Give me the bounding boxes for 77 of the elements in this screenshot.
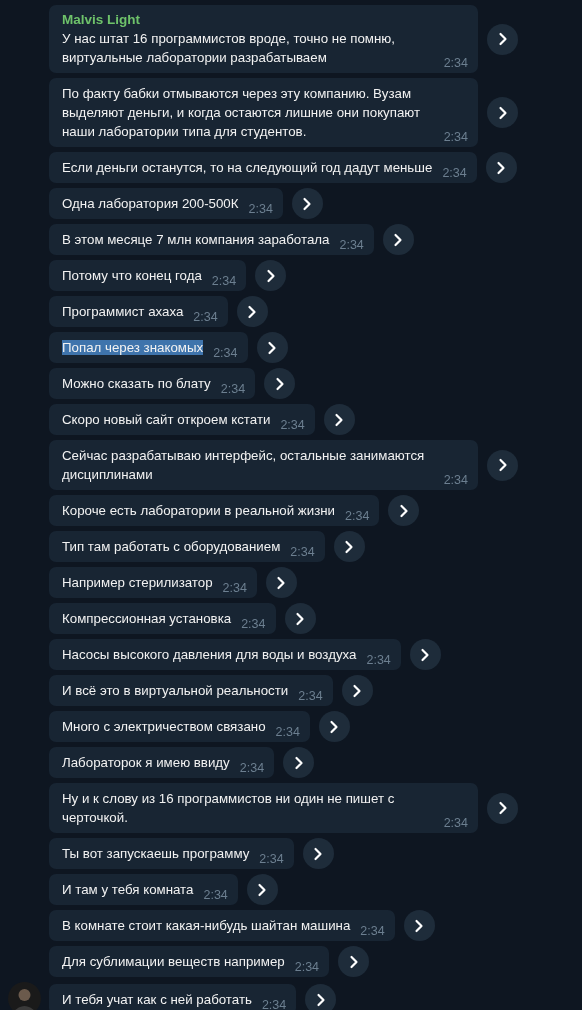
forward-button[interactable] — [487, 449, 518, 481]
forward-button[interactable] — [409, 639, 441, 670]
sender-name[interactable]: Malvis Light — [62, 11, 468, 29]
message-text: Потому что конец года — [62, 267, 202, 285]
message-text: Например стерилизатор — [62, 574, 213, 592]
message-time: 2:34 — [213, 346, 238, 360]
message-time: 2:34 — [193, 310, 218, 324]
forward-button[interactable] — [264, 368, 296, 399]
message-time: 2:34 — [290, 545, 315, 559]
message-time: 2:34 — [239, 761, 265, 775]
forward-button[interactable] — [283, 747, 315, 778]
forward-button[interactable] — [323, 404, 355, 435]
forward-button[interactable] — [388, 495, 420, 526]
message-time: 2:34 — [241, 617, 266, 631]
message-text: Ну и к слову из 16 программистов ни один не пишет с черточкой. — [62, 790, 396, 827]
message-time: 2:34 — [443, 56, 468, 70]
message-text: Сейчас разрабатываю интерфейс, остальные занимаются дисциплинами — [62, 447, 426, 484]
message-time: 2:34 — [294, 960, 320, 974]
forward-button[interactable] — [333, 531, 365, 562]
forward-button[interactable] — [302, 838, 334, 869]
forward-button[interactable] — [305, 984, 337, 1010]
message-time: 2:34 — [443, 130, 468, 144]
forward-button[interactable] — [255, 260, 287, 291]
message-time: 2:34 — [443, 473, 468, 487]
message-text: Много с электричеством связано — [62, 718, 266, 736]
message-time: 2:34 — [222, 581, 247, 595]
message-time: 2:34 — [203, 888, 228, 902]
message-time: 2:34 — [211, 274, 237, 288]
forward-button[interactable] — [284, 603, 316, 634]
message-time: 2:34 — [298, 689, 323, 703]
message-time: 2:34 — [275, 725, 300, 739]
forward-button[interactable] — [236, 296, 268, 327]
message-text: По факту бабки отмываются через эту компанию. Вузам выделяют деньги, и когда остаются лишние они покупают наши лаборатории типа для студентов. — [62, 85, 422, 141]
message-text: Можно сказать по блату — [62, 375, 211, 393]
message-text: Короче есть лаборатории в реальной жизни — [62, 502, 336, 520]
message-text: Ты вот запускаешь программу — [62, 845, 250, 863]
forward-button[interactable] — [246, 874, 278, 905]
message-text: И всё это в виртуальной реальности — [62, 682, 289, 700]
message-time: 2:34 — [443, 816, 468, 830]
message-time: 2:34 — [259, 852, 284, 866]
message-text: И там у тебя комната — [62, 881, 194, 899]
message-text: Насосы высокого давления для воды и воздуха — [62, 646, 357, 664]
message-time: 2:34 — [360, 924, 385, 938]
message-text: Если деньги останутся, то на следующий год дадут меньше — [62, 159, 433, 177]
message-text: Попал через знакомых — [62, 339, 204, 357]
forward-button[interactable] — [403, 910, 435, 941]
message-text: В этом месяце 7 млн компания заработала — [62, 231, 330, 249]
message-text: Скоро новый сайт откроем кстати — [62, 411, 271, 429]
forward-button[interactable] — [256, 332, 288, 363]
message-text: И тебя учат как с ней работать — [62, 991, 252, 1009]
forward-button[interactable] — [487, 792, 518, 824]
forward-button[interactable] — [487, 97, 518, 128]
message-time: 2:34 — [248, 202, 273, 216]
forward-button[interactable] — [265, 567, 297, 598]
message-text: Лабораторок я имею ввиду — [62, 754, 230, 772]
forward-button[interactable] — [291, 188, 323, 219]
forward-button[interactable] — [341, 675, 373, 706]
forward-button[interactable] — [382, 224, 414, 255]
message-time: 2:34 — [366, 653, 391, 667]
forward-button[interactable] — [318, 711, 350, 742]
forward-button[interactable] — [485, 152, 517, 183]
message-time: 2:34 — [261, 998, 287, 1010]
message-text: Тип там работать с оборудованием — [62, 538, 281, 556]
message-text: Одна лаборатория 200-500К — [62, 195, 239, 213]
message-time: 2:34 — [442, 166, 467, 180]
message-text: Программист ахаха — [62, 303, 184, 321]
avatar[interactable] — [8, 982, 41, 1010]
message-text: В комнате стоит какая-нибудь шайтан машина — [62, 917, 351, 935]
message-text: У нас штат 16 программистов вроде, точно не помню, виртуальные лаборатории разрабатываем — [62, 30, 396, 67]
forward-button[interactable] — [338, 946, 370, 977]
forward-button[interactable] — [487, 23, 518, 55]
message-text: Для сублимации веществ например — [62, 953, 285, 971]
message-time: 2:34 — [345, 509, 370, 523]
message-time: 2:34 — [220, 382, 246, 396]
message-time: 2:34 — [280, 418, 305, 432]
message-text: Компрессионная установка — [62, 610, 232, 628]
message-time: 2:34 — [339, 238, 364, 252]
